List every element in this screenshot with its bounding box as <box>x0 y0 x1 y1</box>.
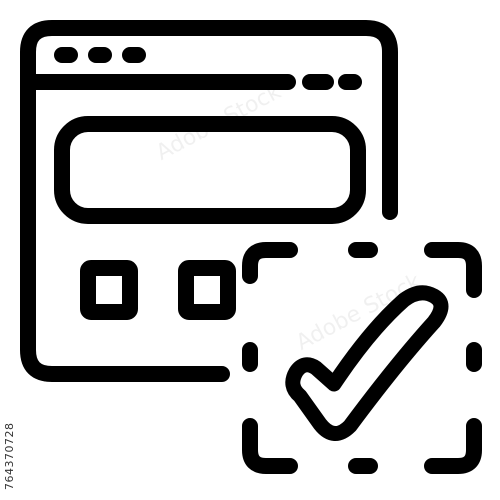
content-block <box>54 116 366 224</box>
dashed-selection-frame <box>242 242 482 474</box>
checkmark-icon <box>285 285 449 441</box>
small-square <box>178 260 236 320</box>
stock-image-id: 764370728 <box>3 422 16 491</box>
web-approval-icon <box>20 20 482 474</box>
icon-canvas: Adobe Stock Adobe Stock 764370728 <box>0 0 500 500</box>
small-square <box>80 260 138 320</box>
